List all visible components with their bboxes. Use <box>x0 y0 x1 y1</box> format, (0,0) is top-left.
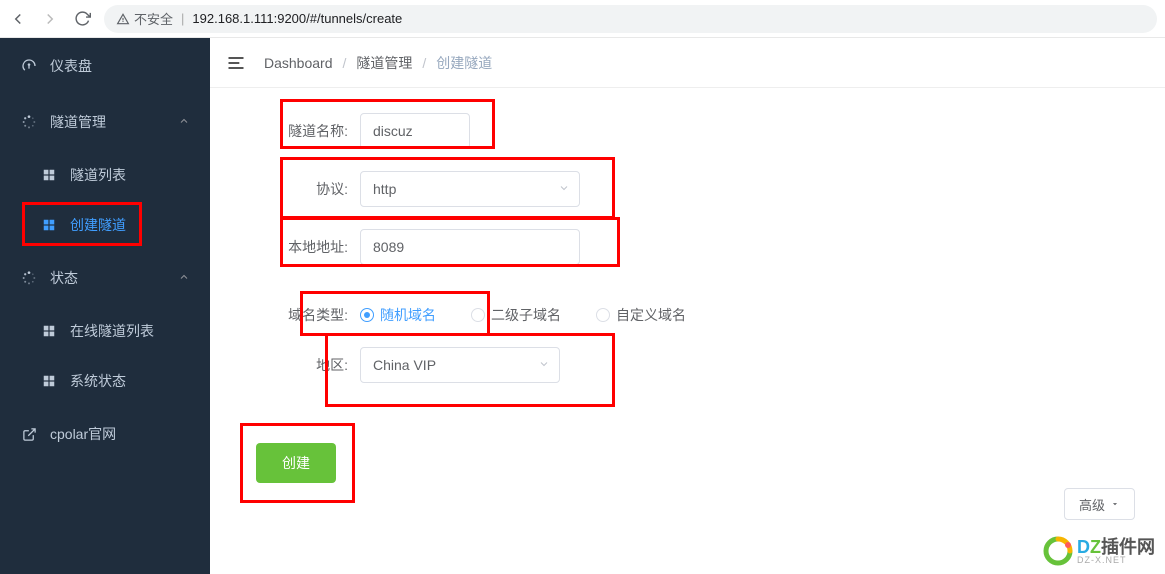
breadcrumb-item[interactable]: 隧道管理 <box>356 53 412 73</box>
forward-button[interactable] <box>40 9 60 29</box>
chevron-up-icon <box>178 114 190 130</box>
hamburger-icon[interactable] <box>226 53 246 73</box>
caret-down-icon <box>1110 497 1120 512</box>
sidebar-item-label: 系统状态 <box>70 371 190 391</box>
region-select[interactable]: China VIP <box>360 347 560 383</box>
sidebar-item-cpolar-site[interactable]: cpolar官网 <box>0 406 210 462</box>
sidebar-item-label: 状态 <box>50 268 166 288</box>
sidebar-item-label: 隧道列表 <box>70 165 190 185</box>
chevron-up-icon <box>178 270 190 286</box>
grid-icon <box>40 322 58 340</box>
main-content: Dashboard / 隧道管理 / 创建隧道 隧道名称: 协议: <box>210 38 1165 574</box>
domain-type-label: 域名类型: <box>240 305 360 325</box>
browser-bar: 不安全 | 192.168.1.111:9200/#/tunnels/creat… <box>0 0 1165 38</box>
topbar: Dashboard / 隧道管理 / 创建隧道 <box>210 38 1165 88</box>
url-text: 192.168.1.111:9200/#/tunnels/create <box>192 11 402 26</box>
sidebar-item-label: 仪表盘 <box>50 56 190 76</box>
advanced-label: 高级 <box>1079 495 1105 514</box>
radio-circle-icon <box>471 308 485 322</box>
sidebar-item-label: 创建隧道 <box>70 215 190 235</box>
advanced-button[interactable]: 高级 <box>1064 488 1135 520</box>
spinner-icon <box>20 113 38 131</box>
radio-circle-icon <box>596 308 610 322</box>
radio-label: 二级子域名 <box>491 305 561 325</box>
region-value: China VIP <box>373 357 436 373</box>
sidebar-item-tunnel-list[interactable]: 隧道列表 <box>0 150 210 200</box>
insecure-label: 不安全 <box>134 9 173 28</box>
tunnel-name-label: 隧道名称: <box>240 121 360 141</box>
watermark-logo-icon <box>1043 536 1073 566</box>
url-bar[interactable]: 不安全 | 192.168.1.111:9200/#/tunnels/creat… <box>104 5 1157 33</box>
tunnel-name-input[interactable] <box>360 113 470 149</box>
radio-label: 自定义域名 <box>616 305 686 325</box>
back-button[interactable] <box>8 9 28 29</box>
radio-custom-domain[interactable]: 自定义域名 <box>596 305 686 325</box>
watermark: DZDZ插件网插件网 DZ-X.NET <box>1043 536 1155 566</box>
reload-button[interactable] <box>72 9 92 29</box>
breadcrumb-separator: / <box>422 55 426 71</box>
radio-circle-icon <box>360 308 374 322</box>
spinner-icon <box>20 269 38 287</box>
url-separator: | <box>181 11 184 26</box>
external-link-icon <box>20 425 38 443</box>
radio-subdomain[interactable]: 二级子域名 <box>471 305 561 325</box>
local-addr-label: 本地地址: <box>240 237 360 257</box>
insecure-warning: 不安全 <box>116 9 173 28</box>
radio-label: 随机域名 <box>380 305 436 325</box>
sidebar-item-label: 在线隧道列表 <box>70 321 190 341</box>
local-addr-input[interactable] <box>360 229 580 265</box>
watermark-sub: DZ-X.NET <box>1077 556 1155 565</box>
sidebar-item-system-status[interactable]: 系统状态 <box>0 356 210 406</box>
protocol-label: 协议: <box>240 179 360 199</box>
protocol-select[interactable]: http <box>360 171 580 207</box>
protocol-value: http <box>373 181 396 197</box>
watermark-main: DZDZ插件网插件网 <box>1077 538 1155 556</box>
form-area: 隧道名称: 协议: http <box>210 88 1165 530</box>
sidebar: 仪表盘 隧道管理 隧道列表 创建隧道 <box>0 38 210 574</box>
sidebar-item-tunnel-manage[interactable]: 隧道管理 <box>0 94 210 150</box>
gauge-icon <box>20 57 38 75</box>
sidebar-item-label: 隧道管理 <box>50 112 166 132</box>
radio-random-domain[interactable]: 随机域名 <box>360 305 436 325</box>
sidebar-item-status[interactable]: 状态 <box>0 250 210 306</box>
sidebar-item-online-tunnels[interactable]: 在线隧道列表 <box>0 306 210 356</box>
grid-icon <box>40 372 58 390</box>
breadcrumb-item: 创建隧道 <box>436 53 492 73</box>
sidebar-item-dashboard[interactable]: 仪表盘 <box>0 38 210 94</box>
sidebar-item-label: cpolar官网 <box>50 424 190 444</box>
region-label: 地区: <box>240 355 360 375</box>
grid-icon <box>40 216 58 234</box>
grid-icon <box>40 166 58 184</box>
domain-type-radio-group: 随机域名 二级子域名 自定义域名 <box>360 305 686 325</box>
breadcrumb-item[interactable]: Dashboard <box>264 55 333 71</box>
create-button[interactable]: 创建 <box>256 443 336 483</box>
sidebar-item-create-tunnel[interactable]: 创建隧道 <box>0 200 210 250</box>
breadcrumb: Dashboard / 隧道管理 / 创建隧道 <box>264 53 492 73</box>
breadcrumb-separator: / <box>343 55 347 71</box>
